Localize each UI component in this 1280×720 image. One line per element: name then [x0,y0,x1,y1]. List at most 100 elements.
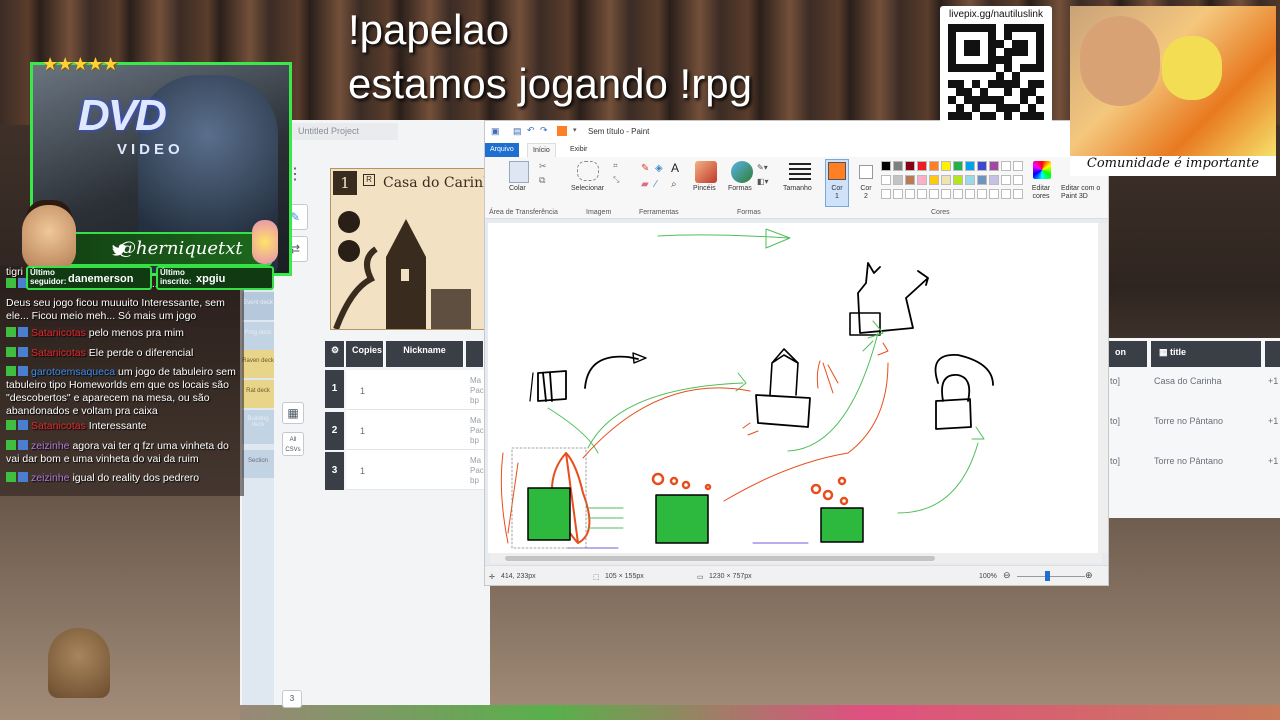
chat-username[interactable]: Satanicotas [31,327,89,339]
header-nickname[interactable]: Nickname [386,341,464,367]
edit-colors-icon[interactable] [1033,161,1051,179]
select-icon[interactable] [577,161,599,181]
paste-icon[interactable] [509,161,529,183]
palette-swatch[interactable] [953,175,963,185]
magnifier-icon[interactable]: ⌕ [671,179,677,190]
palette-swatch[interactable] [893,189,903,199]
selecionar-label[interactable]: Selecionar [571,185,604,192]
tab-inicio[interactable]: Início [527,143,556,157]
palette-swatch[interactable] [1001,189,1011,199]
cell-title[interactable]: Torre no Pântano [1154,416,1223,426]
chat-username[interactable]: zeizinhe [31,472,72,484]
deck-frog[interactable]: Frog deck [242,322,274,350]
palette-swatch[interactable] [929,189,939,199]
paint3d-label[interactable]: Editar com o Paint 3D [1061,185,1107,201]
tab-exibir[interactable]: Exibir [565,143,593,157]
paint-canvas[interactable] [488,223,1101,553]
all-csvs-button[interactable]: All CSVs [282,432,304,456]
palette-swatch[interactable] [929,175,939,185]
palette-swatch[interactable] [1013,189,1023,199]
cut-icon[interactable]: ✂ [539,161,547,172]
header-on[interactable]: on [1107,341,1147,367]
palette-swatch[interactable] [953,161,963,171]
deck-raven[interactable]: Raven deck [242,350,274,378]
page-number[interactable]: 3 [282,690,302,708]
zoom-in-icon[interactable]: ⊕ [1085,570,1093,581]
cell-title[interactable]: Casa do Carinha [1154,376,1222,386]
palette-swatch[interactable] [881,175,891,185]
palette-swatch[interactable] [965,189,975,199]
size-icon[interactable] [789,163,811,181]
cor2-label[interactable]: Cor 2 [860,185,872,201]
deck-event[interactable]: Event deck [242,292,274,320]
header-cut[interactable] [466,341,484,367]
palette-swatch[interactable] [965,175,975,185]
palette-swatch[interactable] [977,161,987,171]
palette-swatch[interactable] [977,189,987,199]
copy-icon[interactable]: ⧉ [539,175,545,186]
tab-arquivo[interactable]: Arquivo [485,143,519,157]
palette-swatch[interactable] [893,175,903,185]
palette-swatch[interactable] [905,175,915,185]
chat-username[interactable]: tigri [6,266,23,278]
zoom-slider[interactable] [1017,576,1085,577]
tamanho-label[interactable]: Tamanho [783,185,812,192]
palette-swatch[interactable] [953,189,963,199]
palette-swatch[interactable] [989,175,999,185]
colar-label[interactable]: Colar [509,185,526,192]
editar-cores-label[interactable]: Editar cores [1025,185,1057,201]
deck-section[interactable]: Section [242,450,274,478]
palette-swatch[interactable] [1013,161,1023,171]
cell-title[interactable]: Torre no Pântano [1154,456,1223,466]
shapes-icon[interactable] [731,161,753,183]
save-icon[interactable]: ▤ [513,126,522,137]
palette-swatch[interactable] [881,161,891,171]
outline-icon[interactable]: ✎▾ [757,163,768,172]
undo-icon[interactable]: ↶ [527,125,535,136]
crop-icon[interactable]: ⌗ [613,161,618,171]
palette-swatch[interactable] [989,189,999,199]
quick-color-icon[interactable] [557,126,567,136]
deck-rat[interactable]: Rat deck [242,380,274,408]
fill-tool-icon[interactable]: ◈ [655,163,663,174]
zoom-out-icon[interactable]: ⊖ [1003,570,1011,581]
image-icon[interactable]: ▦ [282,402,304,424]
table-row[interactable]: 1 [346,410,484,450]
palette-swatch[interactable] [1001,175,1011,185]
table-row[interactable]: 1 [346,370,484,410]
header-copies[interactable]: Copies [346,341,384,367]
palette-swatch[interactable] [905,189,915,199]
brushes-icon[interactable] [695,161,717,183]
chevron-down-icon[interactable]: ▾ [573,126,577,134]
table-row[interactable]: 1 [346,450,484,490]
horizontal-scrollbar[interactable] [490,553,1102,563]
color2-swatch[interactable] [859,165,873,179]
text-tool-icon[interactable]: A [671,161,679,175]
palette-swatch[interactable] [989,161,999,171]
palette-swatch[interactable] [965,161,975,171]
header-extra[interactable] [1265,341,1280,367]
deck-building[interactable]: Building deck [242,410,274,444]
palette-swatch[interactable] [917,189,927,199]
zoom-thumb[interactable] [1045,571,1050,581]
formas-label[interactable]: Formas [728,185,752,192]
palette-swatch[interactable] [929,161,939,171]
settings-gear-icon[interactable]: ⚙ [325,341,345,367]
vertical-scrollbar[interactable] [1098,223,1108,553]
palette-swatch[interactable] [1001,161,1011,171]
fill-icon[interactable]: ◧▾ [757,177,769,186]
pinceis-label[interactable]: Pincéis [693,185,716,192]
palette-swatch[interactable] [941,189,951,199]
palette-swatch[interactable] [881,189,891,199]
chat-username[interactable]: garotoemsaqueca [31,366,118,378]
card-preview[interactable]: 1 R Casa do Carinha [330,168,485,330]
palette-swatch[interactable] [917,161,927,171]
palette-swatch[interactable] [977,175,987,185]
header-title[interactable]: ▦ title [1151,341,1261,367]
chat-username[interactable]: Satanicotas [31,347,89,359]
palette-swatch[interactable] [941,161,951,171]
palette-swatch[interactable] [917,175,927,185]
picker-tool-icon[interactable]: ⁄ [655,179,657,190]
palette-swatch[interactable] [1013,175,1023,185]
eraser-tool-icon[interactable]: ▰ [641,179,649,190]
